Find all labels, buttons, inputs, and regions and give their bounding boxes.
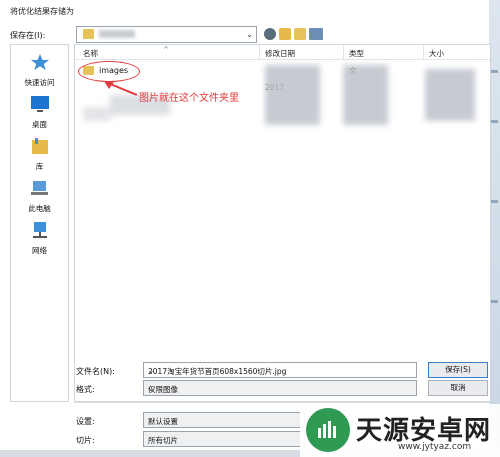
- settings-select[interactable]: 默认设置: [143, 412, 305, 428]
- settings-value: 默认设置: [148, 417, 178, 426]
- dialog-title: 将优化结果存储为: [10, 7, 74, 16]
- folder-icon: [83, 29, 94, 39]
- blurred-content: [343, 65, 388, 125]
- column-separator: [259, 45, 260, 59]
- slices-value: 所有切片: [148, 436, 178, 445]
- place-desktop[interactable]: 桌面: [11, 95, 68, 130]
- place-network[interactable]: 网络: [11, 221, 68, 256]
- annotation-arrow-icon: [104, 81, 138, 96]
- edge-mark: [491, 70, 498, 73]
- edge-mark: [491, 300, 498, 303]
- place-this-pc[interactable]: 此电脑: [11, 179, 68, 214]
- annotation-oval: [78, 61, 140, 82]
- column-name[interactable]: 名称: [83, 48, 98, 59]
- slices-label: 切片:: [76, 436, 95, 445]
- computer-icon: [30, 181, 48, 195]
- cancel-button[interactable]: 取消: [428, 380, 488, 396]
- column-separator: [423, 45, 424, 59]
- place-label: 快速访问: [24, 78, 55, 87]
- save-button[interactable]: 保存(S): [428, 362, 488, 378]
- android-logo-icon: [318, 421, 336, 438]
- column-size[interactable]: 大小: [429, 48, 444, 59]
- watermark-url: www.jytyaz.com: [398, 442, 472, 452]
- title-bar: 将优化结果存储为: [0, 0, 500, 22]
- column-separator: [343, 45, 344, 59]
- nav-toolbar: [264, 27, 323, 41]
- watermark: 天源安卓网 www.jytyaz.com: [300, 404, 500, 457]
- divider: [74, 402, 489, 403]
- format-label: 格式:: [76, 385, 95, 394]
- desktop-icon: [30, 96, 49, 112]
- place-library[interactable]: 库: [11, 137, 68, 172]
- edge-mark: [491, 200, 498, 203]
- folder-path-blurred: [99, 30, 135, 38]
- column-type[interactable]: 类型: [349, 48, 364, 59]
- star-icon: [30, 54, 49, 70]
- save-in-label: 保存在(I):: [10, 31, 46, 40]
- save-dialog: 将优化结果存储为 保存在(I): ⌄ 快速访问 桌面 库 此电脑 网络 名称 ^…: [0, 0, 500, 457]
- new-folder-icon[interactable]: [294, 28, 306, 40]
- view-menu-icon[interactable]: [309, 28, 323, 40]
- file-name-label: 文件名(N):: [76, 367, 115, 376]
- edge-mark: [491, 120, 498, 123]
- place-label: 桌面: [32, 120, 47, 129]
- format-select[interactable]: 仅限图像 ⌄: [143, 380, 417, 396]
- settings-label: 设置:: [76, 417, 95, 426]
- file-name-input[interactable]: 2017淘宝年货节首页608x1560切片.jpg ⌄: [143, 362, 417, 378]
- chevron-down-icon[interactable]: ⌄: [148, 366, 413, 375]
- annotation-text: 图片就在这个文件夹里: [139, 93, 239, 104]
- blurred-content: [265, 65, 320, 125]
- places-bar: 快速访问 桌面 库 此电脑 网络: [10, 44, 69, 402]
- place-label: 网络: [32, 246, 47, 255]
- sort-arrow-icon: ^: [163, 45, 170, 54]
- list-header: 名称 ^ 修改日期 类型 大小: [75, 45, 490, 60]
- slices-select[interactable]: 所有切片: [143, 431, 305, 447]
- column-date[interactable]: 修改日期: [265, 48, 295, 59]
- blurred-content: [425, 69, 475, 121]
- place-label: 库: [35, 162, 44, 171]
- network-icon: [32, 222, 47, 238]
- library-icon: [31, 138, 48, 154]
- chevron-down-icon[interactable]: ⌄: [148, 384, 413, 393]
- up-folder-icon[interactable]: [279, 28, 291, 40]
- place-quick-access[interactable]: 快速访问: [11, 53, 68, 88]
- place-label: 此电脑: [28, 204, 51, 213]
- blurred-content: [83, 107, 111, 121]
- back-icon[interactable]: [264, 28, 276, 40]
- chevron-down-icon[interactable]: ⌄: [246, 30, 253, 39]
- save-in-combo[interactable]: ⌄: [76, 26, 257, 43]
